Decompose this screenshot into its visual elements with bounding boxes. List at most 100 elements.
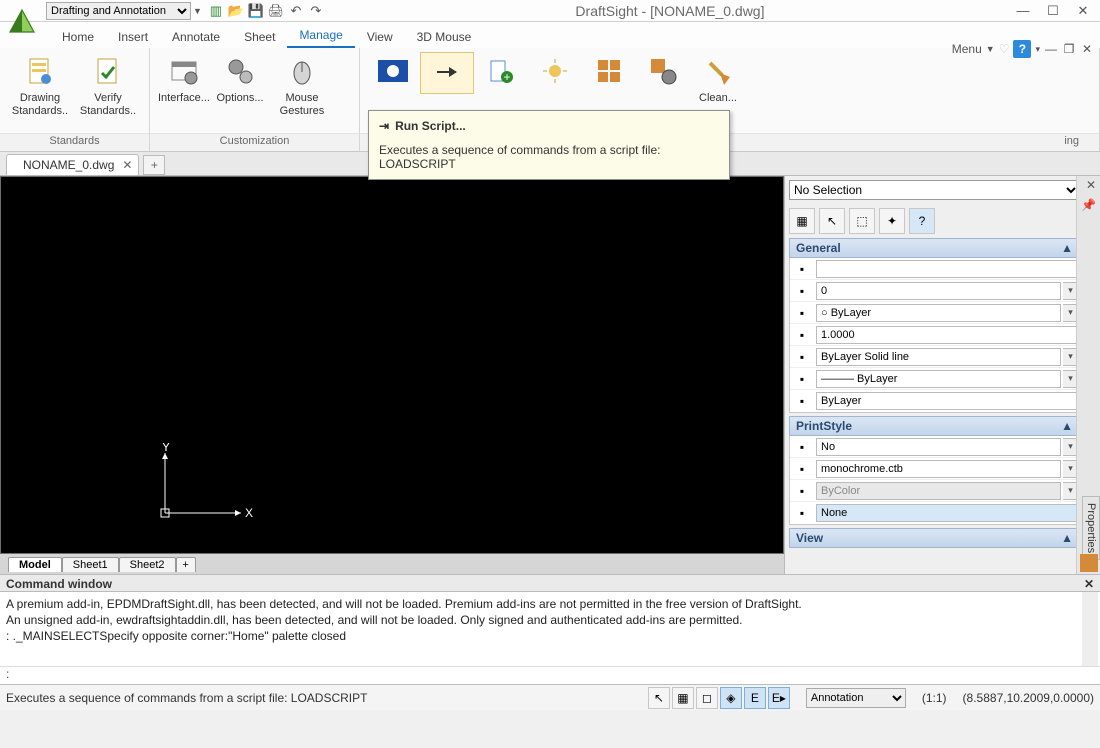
color-swatch-icon[interactable]: [1080, 554, 1098, 572]
panel-close-icon[interactable]: ✕: [1086, 178, 1096, 192]
sb-grid-icon[interactable]: ▦: [672, 687, 694, 709]
tab-home[interactable]: Home: [50, 26, 106, 48]
workspace-select[interactable]: Drafting and Annotation: [46, 2, 191, 20]
section-view[interactable]: View▲: [789, 528, 1080, 548]
property-row[interactable]: ▪——— ByLayer▾: [790, 368, 1079, 390]
property-value[interactable]: ByLayer: [816, 392, 1077, 410]
property-row[interactable]: ▪: [790, 258, 1079, 280]
mdi-restore-button[interactable]: ❐: [1062, 42, 1076, 56]
mouse-gestures-button[interactable]: Mouse Gestures: [268, 52, 336, 117]
panel-help-icon[interactable]: ?: [909, 208, 935, 234]
property-row[interactable]: ▪○ ByLayer▾: [790, 302, 1079, 324]
print-file-icon: ▪: [790, 462, 814, 476]
load-application-button[interactable]: +: [474, 52, 528, 92]
addins-button[interactable]: [528, 52, 582, 92]
property-row[interactable]: ▪ByLayer Solid line▾: [790, 346, 1079, 368]
lineweight-icon: ▪: [790, 372, 814, 386]
tab-3dmouse[interactable]: 3D Mouse: [405, 26, 484, 48]
new-icon[interactable]: ▥: [208, 3, 224, 19]
property-value[interactable]: ByLayer Solid line: [816, 348, 1061, 366]
open-icon[interactable]: 📂: [228, 3, 244, 19]
close-button[interactable]: ✕: [1076, 4, 1090, 18]
collapse-icon: ▲: [1061, 419, 1073, 433]
property-value[interactable]: monochrome.ctb: [816, 460, 1061, 478]
property-row[interactable]: ▪No▾: [790, 436, 1079, 458]
sb-esnap-icon[interactable]: E: [744, 687, 766, 709]
section-general[interactable]: General▲: [789, 238, 1080, 258]
redo-icon[interactable]: ↷: [308, 3, 324, 19]
add-tab-button[interactable]: +: [143, 155, 165, 175]
property-row[interactable]: ▪ByColor▾: [790, 480, 1079, 502]
sb-polar-icon[interactable]: ◈: [720, 687, 742, 709]
selection-filter-select[interactable]: No Selection: [789, 180, 1080, 200]
sb-etrack-icon[interactable]: E▸: [768, 687, 790, 709]
standards-check-icon: [91, 54, 125, 88]
macro-settings-button[interactable]: [636, 52, 690, 92]
tab-view[interactable]: View: [355, 26, 405, 48]
minimize-button[interactable]: —: [1016, 4, 1030, 18]
sheet-tab-model[interactable]: Model: [8, 557, 62, 572]
help-button[interactable]: ?: [1013, 40, 1031, 58]
property-value[interactable]: 1.0000: [816, 326, 1077, 344]
panel-pin-icon[interactable]: 📌: [1081, 198, 1096, 212]
sb-cursor-icon[interactable]: ↖: [648, 687, 670, 709]
mdi-close-button[interactable]: ✕: [1080, 42, 1094, 56]
quick-select-icon[interactable]: ↖: [819, 208, 845, 234]
property-value[interactable]: ○ ByLayer: [816, 304, 1061, 322]
heart-icon[interactable]: ♡: [999, 42, 1010, 56]
tab-insert[interactable]: Insert: [106, 26, 160, 48]
run-script-button[interactable]: [420, 52, 474, 94]
property-row[interactable]: ▪1.0000: [790, 324, 1079, 346]
select-all-icon[interactable]: ▦: [789, 208, 815, 234]
sb-ortho-icon[interactable]: ◻: [696, 687, 718, 709]
workspace-dd-icon[interactable]: ▼: [193, 6, 202, 16]
app-logo[interactable]: [6, 6, 38, 38]
menu-button[interactable]: Menu: [952, 42, 982, 56]
drawing-standards-button[interactable]: Drawing Standards..: [6, 52, 74, 117]
maximize-button[interactable]: ☐: [1046, 4, 1060, 18]
close-icon[interactable]: ✕: [122, 158, 132, 172]
property-value[interactable]: 0: [816, 282, 1061, 300]
property-value[interactable]: No: [816, 438, 1061, 456]
section-printstyle[interactable]: PrintStyle▲: [789, 416, 1080, 436]
tab-annotate[interactable]: Annotate: [160, 26, 232, 48]
sheet-tab-add[interactable]: +: [176, 557, 196, 572]
annotation-scale-select[interactable]: Annotation: [806, 688, 906, 708]
verify-standards-button[interactable]: Verify Standards..: [74, 52, 142, 117]
cmd-scrollbar[interactable]: [1082, 592, 1098, 666]
cmd-close-icon[interactable]: ✕: [1084, 577, 1094, 589]
property-row[interactable]: ▪0▾: [790, 280, 1079, 302]
tab-manage[interactable]: Manage: [287, 24, 354, 48]
property-value[interactable]: ——— ByLayer: [816, 370, 1061, 388]
linetype-icon: ▪: [790, 350, 814, 364]
addin-manager-button[interactable]: [582, 52, 636, 92]
record-script-button[interactable]: [366, 52, 420, 92]
save-icon[interactable]: 💾: [248, 3, 264, 19]
undo-icon[interactable]: ↶: [288, 3, 304, 19]
pick-icon[interactable]: ⬚: [849, 208, 875, 234]
mdi-minimize-button[interactable]: —: [1044, 42, 1058, 56]
property-row[interactable]: ▪None: [790, 502, 1079, 524]
command-input[interactable]: :: [0, 666, 1100, 684]
sheet-tab-2[interactable]: Sheet2: [119, 557, 176, 572]
property-row[interactable]: ▪monochrome.ctb▾: [790, 458, 1079, 480]
drawing-canvas[interactable]: Y X: [1, 177, 783, 553]
print-icon[interactable]: 🖨: [268, 3, 284, 19]
play-icon: [376, 54, 410, 88]
addin-gear-icon: [646, 54, 680, 88]
properties-side-tab[interactable]: Properties: [1082, 496, 1100, 560]
script-add-icon: +: [484, 54, 518, 88]
command-window[interactable]: A premium add-in, EPDMDraftSight.dll, ha…: [0, 592, 1100, 666]
tab-sheet[interactable]: Sheet: [232, 26, 287, 48]
interface-button[interactable]: Interface...: [156, 52, 212, 105]
property-row[interactable]: ▪ByLayer: [790, 390, 1079, 412]
document-tab[interactable]: NONAME_0.dwg✕: [6, 154, 139, 175]
options-button[interactable]: Options...: [212, 52, 268, 105]
clean-button[interactable]: Clean...: [690, 52, 746, 105]
command-window-title: Command window✕: [0, 574, 1100, 592]
property-value[interactable]: [816, 260, 1077, 278]
filter-icon[interactable]: ✦: [879, 208, 905, 234]
sheet-tab-1[interactable]: Sheet1: [62, 557, 119, 572]
property-value[interactable]: ByColor: [816, 482, 1061, 500]
property-value[interactable]: None: [816, 504, 1077, 522]
